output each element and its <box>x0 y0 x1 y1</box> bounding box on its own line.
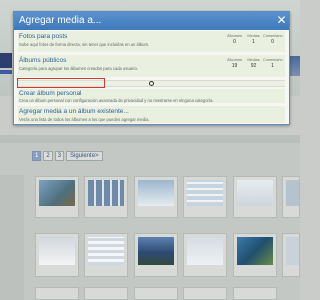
stat-value: 0 <box>271 39 274 45</box>
gallery-tile[interactable] <box>35 176 79 218</box>
gallery-tile[interactable] <box>233 176 277 218</box>
add-to-existing-album[interactable]: Agregar media a un álbum existente... Ve… <box>18 106 285 123</box>
category-stats: Álbumes 19 Medias 92 Comentario 1 <box>225 58 283 69</box>
category-stats: Álbumes 0 Medias 1 Comentario 0 <box>225 34 283 45</box>
gallery-thumbnail <box>237 237 273 265</box>
add-media-dialog: Agregar media a... ✕ Fotos para posts Su… <box>13 11 290 125</box>
stat-value: 1 <box>252 39 255 45</box>
gallery-tile[interactable] <box>183 287 227 300</box>
gallery-thumbnail <box>187 180 223 206</box>
gallery-tile[interactable] <box>183 233 227 277</box>
site-logo-underline <box>0 70 12 74</box>
stat-medias: Medias 92 <box>244 58 263 69</box>
page-link-2[interactable]: 2 <box>43 151 53 161</box>
gallery-tile[interactable] <box>282 176 300 218</box>
close-icon[interactable]: ✕ <box>276 14 287 27</box>
background-sidebar <box>0 175 24 300</box>
page-link-1[interactable]: 1 <box>32 151 42 161</box>
circle-toggle-icon[interactable] <box>149 81 154 86</box>
existing-album-link[interactable]: Agregar media a un álbum existente... <box>19 108 129 116</box>
gallery-thumbnail <box>138 180 174 206</box>
create-album-link[interactable]: Crear álbum personal <box>19 90 82 98</box>
site-logo-fragment <box>0 53 12 68</box>
highlight-box <box>17 78 105 88</box>
gallery-tile[interactable] <box>35 287 79 300</box>
category-description: Sube aquí fotos de forma directa, sin te… <box>19 42 150 47</box>
gallery-tile[interactable] <box>84 176 128 218</box>
stat-comments: Comentario 0 <box>263 34 283 45</box>
gallery-tile[interactable] <box>84 287 128 300</box>
category-title[interactable]: Fotos para posts <box>19 33 67 41</box>
stat-comments: Comentario 1 <box>263 58 283 69</box>
stat-value: 92 <box>250 63 257 69</box>
category-description: Categoría para agrupar los álbumes cread… <box>19 66 138 71</box>
gallery-thumbnail <box>138 237 174 265</box>
stat-value: 0 <box>233 39 236 45</box>
gallery-tile[interactable] <box>233 233 277 277</box>
create-personal-album[interactable]: Crear álbum personal Crea un álbum perso… <box>18 89 285 103</box>
existing-album-description: Verás una lista de todos los álbumes a l… <box>19 117 150 122</box>
dialog-title: Agregar media a... <box>19 15 102 26</box>
stat-medias: Medias 1 <box>244 34 263 45</box>
gallery-thumbnail <box>39 237 75 265</box>
gallery-tile[interactable] <box>282 233 300 277</box>
gallery-tile[interactable] <box>35 233 79 277</box>
gallery-thumbnail <box>237 180 273 206</box>
gallery-thumbnail <box>88 237 124 265</box>
gallery-tile[interactable] <box>183 176 227 218</box>
page-link-3[interactable]: 3 <box>54 151 65 161</box>
gallery-thumbnail <box>286 237 299 265</box>
gallery-tile[interactable] <box>84 233 128 277</box>
next-page-button[interactable]: Siguiente> <box>66 151 103 161</box>
gallery-tile[interactable] <box>134 233 178 277</box>
gallery-tile[interactable] <box>134 176 178 218</box>
stat-albums: Álbumes 0 <box>225 34 244 45</box>
gallery-tile[interactable] <box>134 287 178 300</box>
category-albums-publicos[interactable]: Álbums públicos Categoría para agrupar l… <box>18 55 285 77</box>
gallery-thumbnail <box>187 237 223 265</box>
gallery-thumbnail <box>286 180 299 206</box>
stat-albums: Álbumes 19 <box>225 58 244 69</box>
dialog-header: Agregar media a... ✕ <box>14 12 289 30</box>
category-title[interactable]: Álbums públicos <box>19 57 66 65</box>
gallery-thumbnail <box>88 180 124 206</box>
gallery-tile[interactable] <box>233 287 277 300</box>
background-band <box>0 135 300 143</box>
create-album-description: Crea un álbum personal con configuración… <box>19 98 214 103</box>
stat-value: 19 <box>231 63 238 69</box>
pagination: 1 2 3 Siguiente> <box>32 151 103 161</box>
gallery-thumbnail <box>39 180 75 206</box>
category-fotos-para-posts[interactable]: Fotos para posts Sube aquí fotos de form… <box>18 31 285 52</box>
stat-value: 1 <box>271 63 274 69</box>
